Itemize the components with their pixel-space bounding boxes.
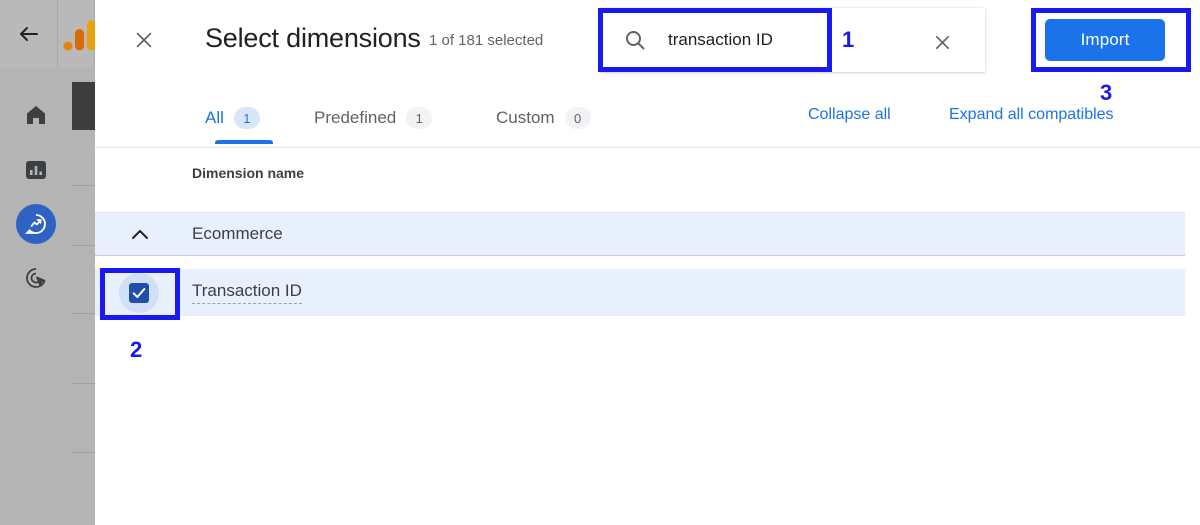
tab-predefined[interactable]: Predefined 1 (314, 92, 433, 144)
google-analytics-logo (63, 18, 97, 52)
transaction-id-checkbox[interactable] (129, 283, 149, 303)
selection-count: 1 of 181 selected (429, 32, 544, 49)
back-arrow-icon[interactable] (14, 22, 44, 46)
tab-custom-badge: 0 (564, 107, 591, 129)
import-button[interactable]: Import (1045, 19, 1165, 61)
sidebar-item-reports[interactable] (16, 150, 56, 190)
page-title: Select dimensions (205, 23, 421, 53)
tab-predefined-badge: 1 (406, 107, 433, 129)
sidebar-item-home[interactable] (16, 95, 56, 135)
search-input[interactable] (668, 26, 858, 54)
sidebar-item-explore[interactable] (16, 204, 56, 244)
background-content-strip (72, 68, 95, 525)
tab-all[interactable]: All 1 (205, 92, 260, 144)
tab-all-badge: 1 (233, 107, 260, 129)
background-row-divider (72, 185, 96, 186)
chevron-up-icon[interactable] (128, 223, 152, 247)
search-icon (623, 28, 647, 52)
background-row-divider (72, 245, 96, 246)
clear-search-icon[interactable] (929, 29, 955, 55)
background-panel-block (72, 82, 96, 130)
tab-custom[interactable]: Custom 0 (496, 92, 591, 144)
search-bar (600, 8, 985, 72)
row-separator (95, 256, 1185, 269)
collapse-all-link[interactable]: Collapse all (808, 106, 891, 124)
table-row[interactable]: Transaction ID (95, 269, 1185, 316)
screenshot-root: Select dimensions 1 of 181 selected tran… (0, 0, 1200, 525)
close-icon[interactable] (128, 24, 160, 56)
tabs-divider (95, 147, 1200, 148)
background-row-divider (72, 383, 96, 384)
tab-all-label: All (205, 108, 224, 127)
select-dimensions-dialog: Select dimensions 1 of 181 selected tran… (95, 0, 1200, 525)
dimension-item-label[interactable]: Transaction ID (192, 281, 302, 304)
column-header-dimension-name: Dimension name (192, 165, 305, 181)
topbar-divider (57, 0, 58, 68)
dialog-tabs: All 1 Predefined 1 Custom 0 Collapse all… (95, 92, 1200, 147)
expand-all-compatibles-link[interactable]: Expand all compatibles (949, 106, 1114, 124)
active-tab-indicator (215, 140, 273, 144)
dimension-group-row[interactable]: Ecommerce (95, 212, 1185, 256)
tab-predefined-label: Predefined (314, 108, 397, 127)
sidebar-item-advertising[interactable] (16, 258, 56, 298)
background-row-divider (72, 313, 96, 314)
background-row-divider (72, 452, 96, 453)
tab-custom-label: Custom (496, 108, 555, 127)
dialog-header: Select dimensions 1 of 181 selected tran… (95, 0, 1200, 80)
dimension-group-label: Ecommerce (192, 224, 283, 243)
